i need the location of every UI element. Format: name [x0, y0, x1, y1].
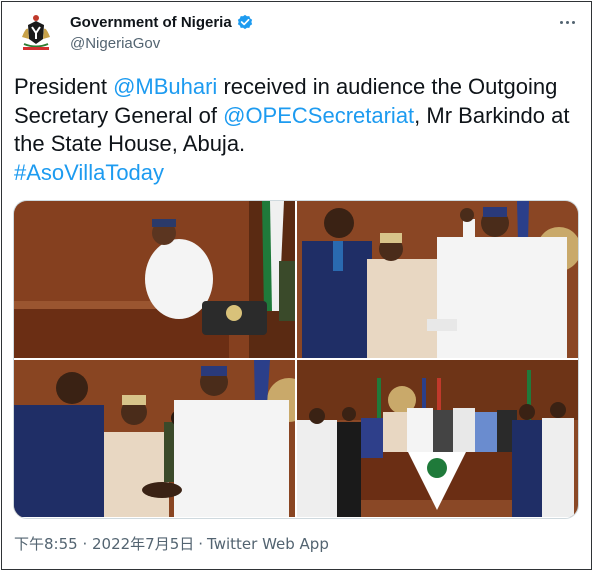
tweet-card: Government of Nigeria @NigeriaGov Presid… — [1, 1, 592, 570]
author-display-name[interactable]: Government of Nigeria — [70, 14, 232, 31]
verified-badge-icon — [237, 14, 252, 30]
tweet-source-link[interactable]: Twitter Web App — [207, 535, 329, 553]
author-avatar[interactable] — [14, 11, 58, 55]
author-name-row: Government of Nigeria — [70, 13, 254, 31]
more-dot-icon — [571, 20, 575, 24]
tweet-text: President @MBuhari received in audience … — [14, 73, 589, 187]
mention-link-opecsecretariat[interactable]: @OPECSecretariat — [223, 103, 414, 128]
author-handle[interactable]: @NigeriaGov — [70, 35, 160, 52]
photo-3[interactable] — [14, 360, 295, 517]
more-dot-icon — [565, 20, 569, 24]
tweet-meta: 下午8:55 · 2022年7月5日 · Twitter Web App — [14, 533, 329, 554]
tweet-timestamp[interactable]: 下午8:55 · 2022年7月5日 — [14, 535, 194, 553]
hashtag-link-asovillatoday[interactable]: #AsoVillaToday — [14, 160, 164, 185]
more-options-button[interactable] — [555, 12, 579, 32]
mention-link-mbuhari[interactable]: @MBuhari — [113, 74, 217, 99]
tweet-text-part: President — [14, 74, 114, 99]
media-grid — [13, 200, 579, 519]
photo-4[interactable] — [297, 360, 578, 517]
nigeria-coat-of-arms-icon — [14, 11, 58, 55]
meta-separator: · — [198, 535, 204, 553]
photo-2[interactable] — [297, 201, 578, 358]
more-dot-icon — [559, 20, 563, 24]
photo-1[interactable] — [14, 201, 295, 358]
